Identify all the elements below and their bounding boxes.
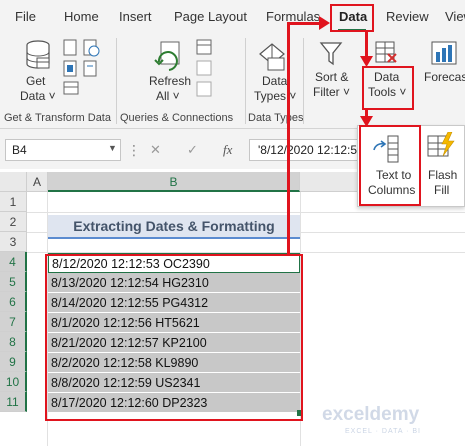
gridline — [27, 212, 465, 213]
name-box[interactable]: B4 — [5, 139, 121, 161]
highlight-data-tab — [330, 4, 374, 32]
queries-small-icons — [196, 39, 212, 97]
flash-fill-label-2: Fill — [434, 183, 450, 197]
insert-function-icon[interactable]: fx — [223, 142, 232, 158]
group-separator — [303, 38, 304, 124]
row-header-8[interactable]: 8 — [0, 332, 27, 352]
connector-line — [287, 22, 290, 256]
row-header-10[interactable]: 10 — [0, 372, 27, 392]
tab-review[interactable]: Review — [386, 9, 429, 24]
row-header-11[interactable]: 11 — [0, 392, 27, 412]
column-header-a[interactable]: A — [27, 172, 48, 192]
group-separator — [116, 38, 117, 124]
highlight-data-tools — [362, 66, 414, 110]
refresh-icon — [154, 41, 180, 71]
recent-sources-icon — [83, 39, 100, 77]
tab-insert[interactable]: Insert — [119, 9, 152, 24]
sort-filter-label-2: Filter ˅ — [313, 85, 351, 99]
column-header-b[interactable]: B — [48, 172, 300, 192]
filter-icon — [319, 42, 343, 66]
row-header-3[interactable]: 3 — [0, 232, 27, 252]
arrow-to-text-to-columns-icon — [360, 116, 373, 127]
forecast-icon — [431, 41, 457, 65]
row-header-7[interactable]: 7 — [0, 312, 27, 332]
arrow-to-data-tools-icon — [360, 56, 373, 67]
flash-fill-label-1: Flash — [428, 168, 458, 182]
group-separator — [245, 38, 246, 124]
row-header-6[interactable]: 6 — [0, 292, 27, 312]
data-types-label-2: Types ˅ — [254, 89, 297, 103]
more-options-icon: ⋮ — [127, 142, 141, 158]
highlight-data-range — [45, 254, 303, 421]
ribbon-tab-bar: File Home Insert Page Layout Formulas Da… — [0, 0, 465, 34]
row-header-2[interactable]: 2 — [0, 212, 27, 232]
forecast-label: Forecast — [424, 70, 465, 84]
watermark-tagline: EXCEL · DATA · BI — [345, 428, 421, 435]
name-box-dropdown-icon[interactable]: ▼ — [108, 143, 117, 153]
flash-fill-icon — [427, 132, 455, 157]
arrow-to-data-tab-icon — [319, 16, 330, 30]
get-data-label-1: Get — [26, 74, 46, 88]
data-tools-icon — [375, 41, 397, 63]
database-icon — [26, 40, 50, 69]
connector-line — [287, 22, 323, 25]
group-label-queries: Queries & Connections — [120, 112, 234, 124]
group-label-data-types: Data Types — [248, 112, 304, 124]
data-types-label-1: Data — [262, 74, 288, 88]
highlight-text-to-columns — [359, 125, 421, 206]
row-header-1[interactable]: 1 — [0, 192, 27, 212]
cancel-icon[interactable]: ✕ — [150, 142, 161, 158]
refresh-all-label-1: Refresh — [149, 74, 192, 88]
tab-view[interactable]: View — [445, 9, 465, 24]
group-label-get-transform: Get & Transform Data — [4, 112, 111, 124]
row-header-5[interactable]: 5 — [0, 272, 27, 292]
watermark-logo: exceldemy — [322, 404, 420, 425]
tab-file[interactable]: File — [15, 9, 36, 24]
data-types-icon — [259, 43, 285, 71]
row-header-9[interactable]: 9 — [0, 352, 27, 372]
get-data-label-2: Data ˅ — [20, 89, 56, 103]
refresh-all-label-2: All ˅ — [156, 89, 180, 103]
connector-line — [365, 32, 368, 58]
tab-home[interactable]: Home — [64, 9, 99, 24]
select-all-corner[interactable] — [0, 172, 27, 192]
enter-icon[interactable]: ✓ — [187, 142, 198, 158]
row-header-4[interactable]: 4 — [0, 252, 27, 272]
sheet-title-cell[interactable]: Extracting Dates & Formatting — [48, 215, 300, 239]
tab-page-layout[interactable]: Page Layout — [174, 9, 247, 24]
get-data-small-icons — [63, 39, 79, 95]
sort-filter-label-1: Sort & — [315, 70, 349, 84]
